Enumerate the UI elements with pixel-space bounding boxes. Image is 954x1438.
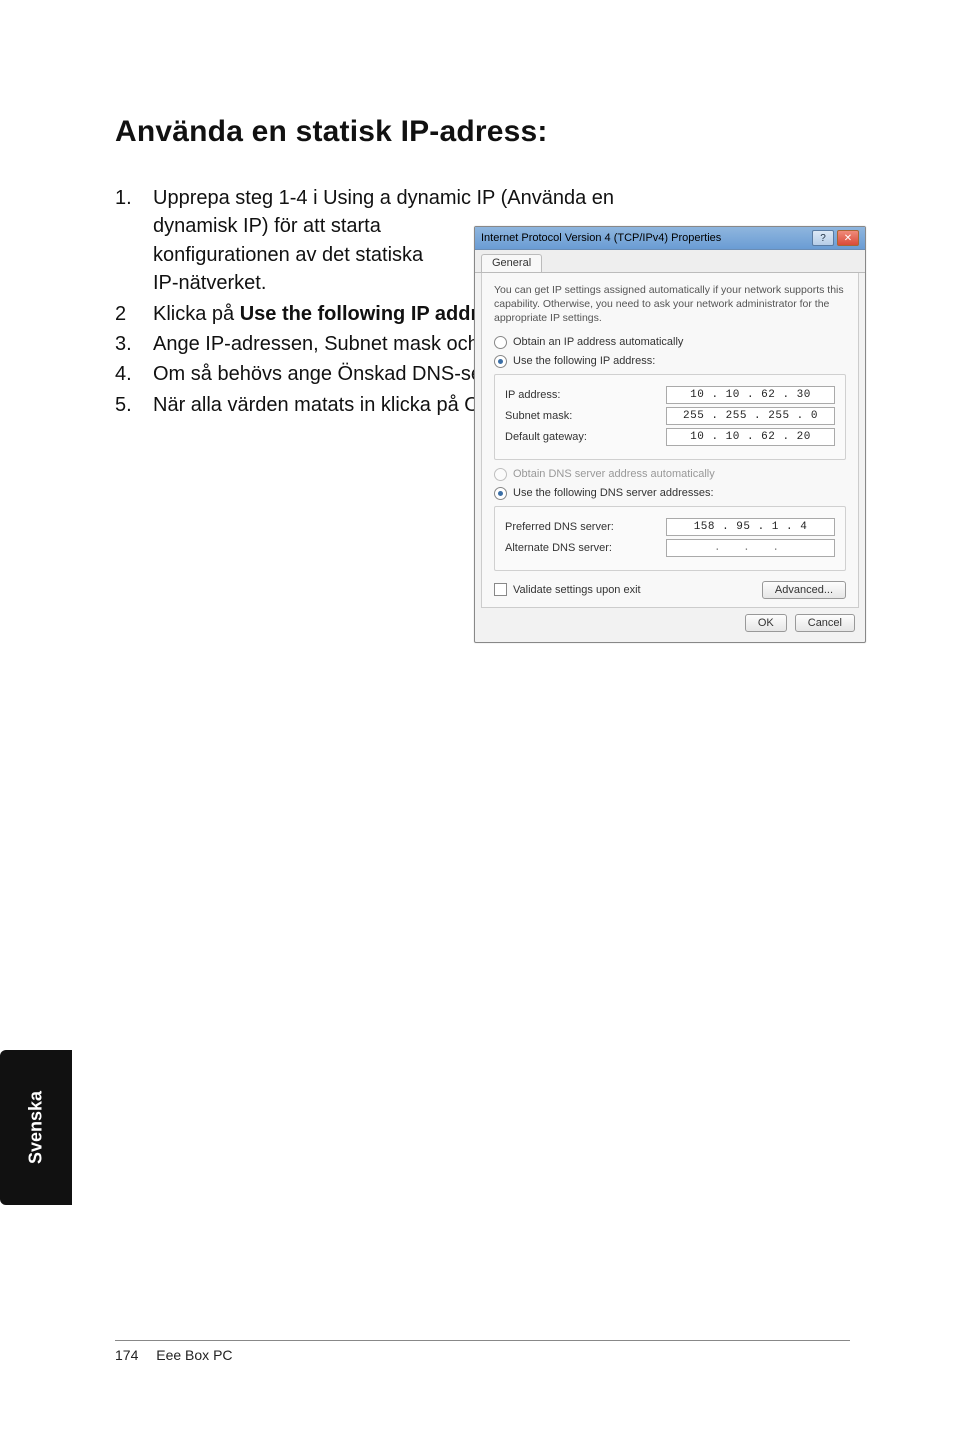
radio-obtain-dns-auto: [494, 468, 507, 481]
validate-checkbox[interactable]: [494, 583, 507, 596]
cancel-button[interactable]: Cancel: [795, 614, 855, 632]
radio-use-following-dns[interactable]: [494, 487, 507, 500]
window-help-button[interactable]: ?: [812, 230, 834, 246]
alternate-dns-input[interactable]: . . .: [666, 539, 835, 557]
dialog-titlebar: Internet Protocol Version 4 (TCP/IPv4) P…: [475, 227, 865, 250]
step-1-rest: dynamisk IP) för att starta konfiguratio…: [153, 212, 453, 297]
radio-obtain-ip-auto[interactable]: [494, 336, 507, 349]
dialog-description: You can get IP settings assigned automat…: [494, 283, 846, 326]
advanced-button[interactable]: Advanced...: [762, 581, 846, 599]
step-number: 1.: [115, 184, 153, 298]
radio-obtain-ip-auto-label: Obtain an IP address automatically: [513, 336, 683, 348]
ip-address-input[interactable]: 10 . 10 . 62 . 30: [666, 386, 835, 404]
default-gateway-label: Default gateway:: [505, 431, 587, 443]
ip-fields-group: IP address: 10 . 10 . 62 . 30 Subnet mas…: [494, 374, 846, 460]
tab-general[interactable]: General: [481, 254, 542, 272]
step-1-line1: Upprepa steg 1-4 i Using a dynamic IP (A…: [153, 187, 614, 209]
ip-address-label: IP address:: [505, 389, 560, 401]
radio-use-following-dns-label: Use the following DNS server addresses:: [513, 487, 714, 499]
footer-product: Eee Box PC: [156, 1347, 232, 1363]
ipv4-properties-dialog: Internet Protocol Version 4 (TCP/IPv4) P…: [474, 226, 866, 643]
radio-use-following-ip[interactable]: [494, 355, 507, 368]
step-number: 5.: [115, 391, 153, 419]
page-number: 174: [115, 1347, 138, 1363]
alternate-dns-label: Alternate DNS server:: [505, 542, 612, 554]
default-gateway-input[interactable]: 10 . 10 . 62 . 20: [666, 428, 835, 446]
step-number: 3.: [115, 330, 153, 358]
preferred-dns-input[interactable]: 158 . 95 . 1 . 4: [666, 518, 835, 536]
page-heading: Använda en statisk IP-adress:: [115, 115, 844, 149]
window-close-button[interactable]: ✕: [837, 230, 859, 246]
radio-use-following-ip-label: Use the following IP address:: [513, 355, 655, 367]
dns-fields-group: Preferred DNS server: 158 . 95 . 1 . 4 A…: [494, 506, 846, 571]
step-number: 2: [115, 300, 153, 328]
page-footer: 174 Eee Box PC: [115, 1340, 850, 1363]
language-tab: Svenska: [0, 1050, 72, 1205]
step-number: 4.: [115, 360, 153, 388]
dialog-title: Internet Protocol Version 4 (TCP/IPv4) P…: [481, 232, 721, 244]
subnet-mask-input[interactable]: 255 . 255 . 255 . 0: [666, 407, 835, 425]
ok-button[interactable]: OK: [745, 614, 787, 632]
validate-label: Validate settings upon exit: [513, 584, 641, 596]
radio-obtain-dns-auto-label: Obtain DNS server address automatically: [513, 468, 715, 480]
dialog-tabs: General: [475, 250, 865, 273]
step-2-pre: Klicka på: [153, 303, 240, 325]
preferred-dns-label: Preferred DNS server:: [505, 521, 614, 533]
subnet-mask-label: Subnet mask:: [505, 410, 572, 422]
